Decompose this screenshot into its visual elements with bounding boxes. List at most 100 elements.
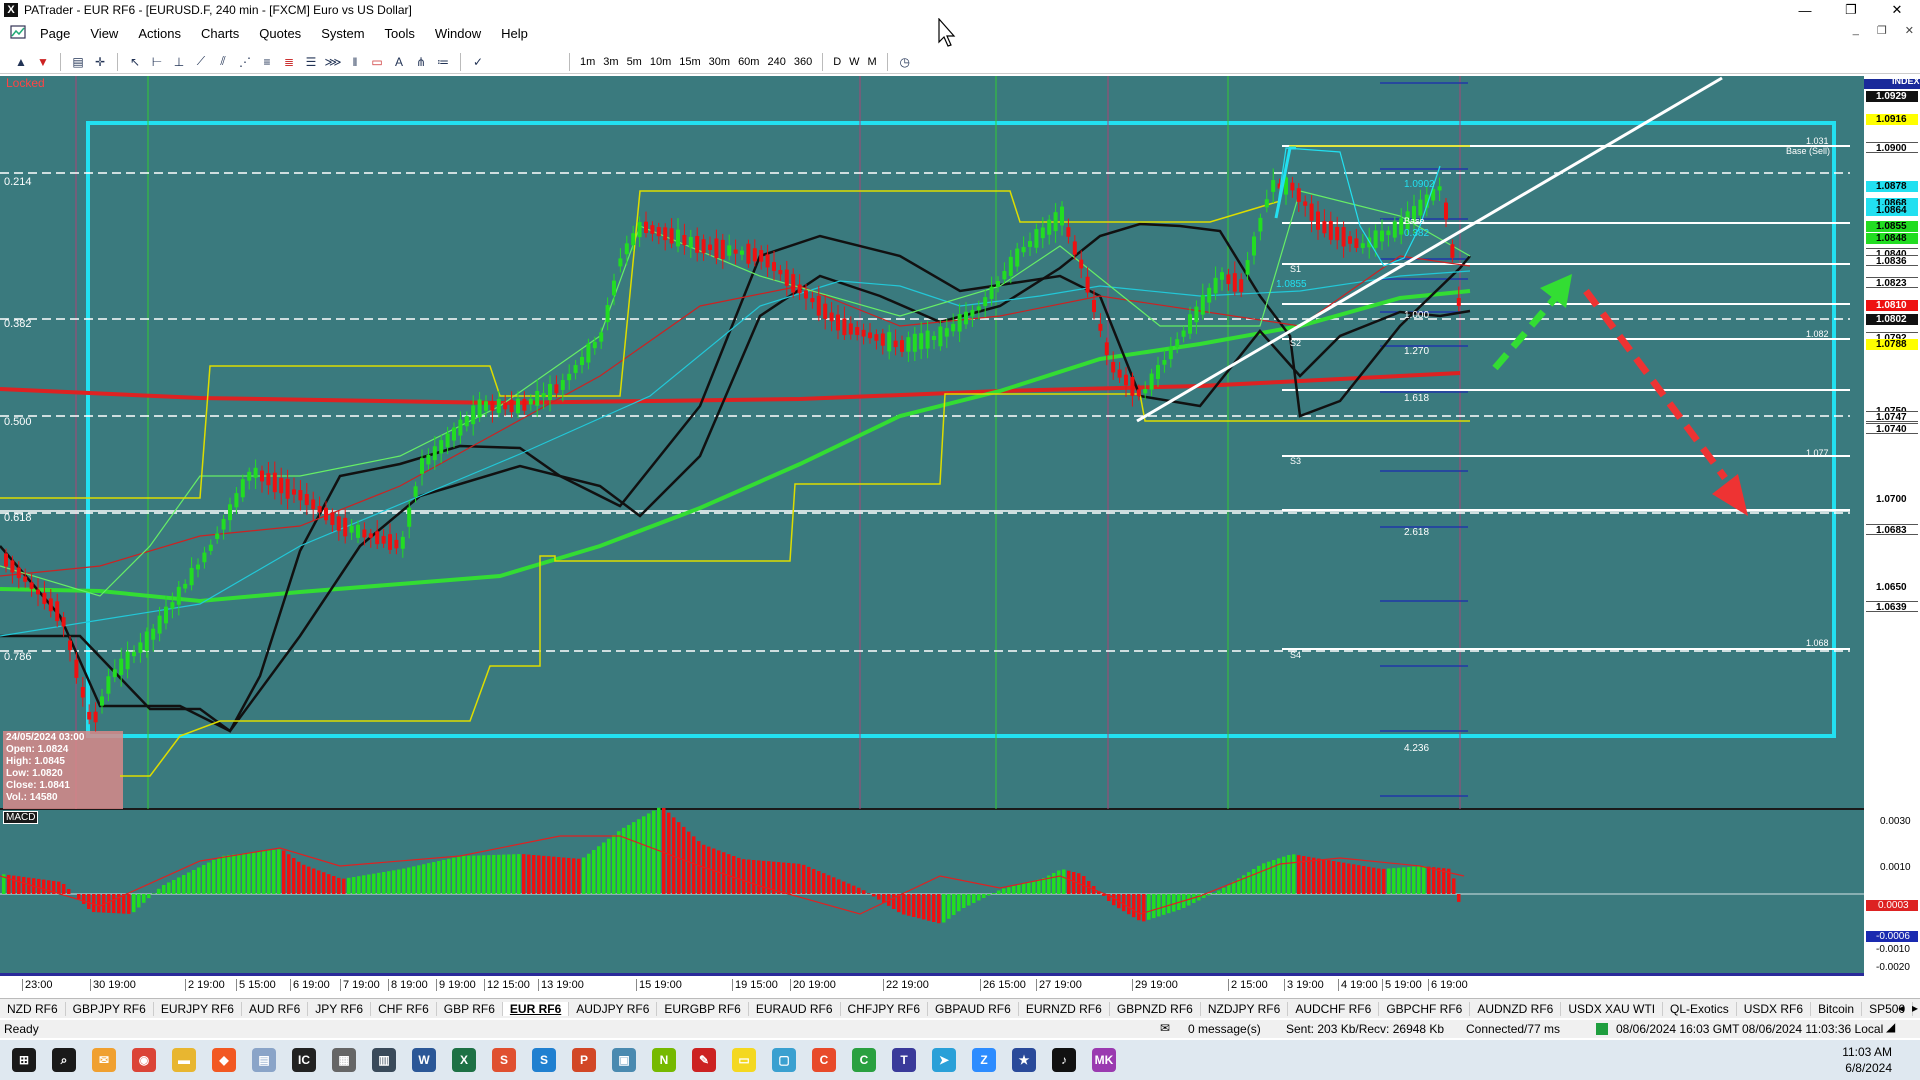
tabs-scroll-right-icon[interactable]: ▸ [1912,1001,1918,1015]
crosshair-icon[interactable]: ✛ [89,53,111,71]
tf-10m[interactable]: 10m [646,56,675,68]
symbol-tab[interactable]: GBPCHF RF6 [1379,1001,1471,1016]
taskbar-favorites-icon[interactable]: ★ [1004,1040,1044,1080]
pointer-icon[interactable]: ↖ [124,53,146,71]
taskbar-zoom-icon[interactable]: Z [964,1040,1004,1080]
menu-tools[interactable]: Tools [375,26,425,41]
taskbar-search-icon[interactable]: ⌕ [44,1040,84,1080]
symbol-tab[interactable]: SP500 [1862,1001,1914,1016]
trendline-icon[interactable]: ⟋ [190,53,212,71]
chart-type-icon[interactable]: ▤ [67,53,89,71]
taskbar-telegram-icon[interactable]: ➤ [924,1040,964,1080]
pitchfork-icon[interactable]: ⋔ [410,53,432,71]
close-button[interactable]: ✕ [1874,0,1920,20]
symbol-tab[interactable]: GBPJPY RF6 [66,1001,154,1016]
taskbar-notes-icon[interactable]: ▤ [244,1040,284,1080]
menu-quotes[interactable]: Quotes [249,26,311,41]
mdi-close-icon[interactable]: ✕ [1905,24,1914,37]
levels-icon[interactable]: ≔ [432,53,454,71]
tf-1m[interactable]: 1m [576,56,599,68]
symbol-tab[interactable]: CHF RF6 [371,1001,437,1016]
menu-page[interactable]: Page [30,26,80,41]
cycle-lines-icon[interactable]: ‖ [344,53,366,71]
mdi-minimize-icon[interactable]: _ [1853,24,1859,37]
symbol-tab[interactable]: NZD RF6 [0,1001,66,1016]
price-chart[interactable] [0,76,1920,996]
fib-expansion-icon[interactable]: ☰ [300,53,322,71]
symbol-tab[interactable]: AUDCHF RF6 [1288,1001,1380,1016]
taskbar-brave-icon[interactable]: ◆ [204,1040,244,1080]
symbol-tab[interactable]: JPY RF6 [308,1001,372,1016]
fib-retrace-icon[interactable]: ≡ [256,53,278,71]
symbol-tab[interactable]: EUR RF6 [502,1001,570,1016]
symbol-tab[interactable]: AUD RF6 [242,1001,309,1016]
menu-actions[interactable]: Actions [128,26,191,41]
taskbar-excel-icon[interactable]: X [444,1040,484,1080]
taskbar-calculator-icon[interactable]: ▦ [324,1040,364,1080]
menu-view[interactable]: View [80,26,128,41]
tf-daily[interactable]: D [829,56,845,68]
tf-5m[interactable]: 5m [623,56,646,68]
mdi-restore-icon[interactable]: ❐ [1877,24,1887,37]
taskbar-tiktok-icon[interactable]: ♪ [1044,1040,1084,1080]
taskbar-powerpoint-icon[interactable]: P [564,1040,604,1080]
fib-extension-icon[interactable]: ≣ [278,53,300,71]
taskbar-folder-icon[interactable]: ▬ [164,1040,204,1080]
tf-30m[interactable]: 30m [705,56,734,68]
taskbar-camtasia-icon[interactable]: C [844,1040,884,1080]
clock-icon[interactable]: ◷ [894,53,916,71]
chart-area[interactable]: Locked INDEX 0.214 0.382 0.500 0.618 0.7… [0,76,1920,996]
symbol-tab[interactable]: EURNZD RF6 [1019,1001,1110,1016]
tf-360[interactable]: 360 [790,56,816,68]
taskbar-chrome-icon[interactable]: ◉ [124,1040,164,1080]
symbol-tab[interactable]: USDX XAU WTI [1561,1001,1664,1016]
tabs-scroll-left-icon[interactable]: ◂ [1898,1001,1904,1015]
taskbar-ic-icon[interactable]: IC [284,1040,324,1080]
symbol-tab[interactable]: EURGBP RF6 [657,1001,749,1016]
sell-order-icon[interactable]: ▼ [32,53,54,71]
symbol-tab[interactable]: USDX RF6 [1737,1001,1812,1016]
taskbar-windows-icon[interactable]: ⊞ [4,1040,44,1080]
menu-system[interactable]: System [311,26,374,41]
taskbar-media-icon[interactable]: ▣ [604,1040,644,1080]
gann-icon[interactable]: ⋙ [322,53,344,71]
menu-charts[interactable]: Charts [191,26,249,41]
symbol-tab[interactable]: GBP RF6 [437,1001,503,1016]
taskbar-scribble-icon[interactable]: ✎ [684,1040,724,1080]
page-icon[interactable] [0,24,30,42]
menu-window[interactable]: Window [425,26,491,41]
minimize-button[interactable]: — [1782,0,1828,20]
taskbar-word-icon[interactable]: W [404,1040,444,1080]
symbol-tab[interactable]: GBPNZD RF6 [1110,1001,1201,1016]
maximize-button[interactable]: ❐ [1828,0,1874,20]
taskbar-sticky-icon[interactable]: ▭ [724,1040,764,1080]
horizontal-line-icon[interactable]: ⊢ [146,53,168,71]
vertical-line-icon[interactable]: ⊥ [168,53,190,71]
symbol-tab[interactable]: CHFJPY RF6 [841,1001,929,1016]
symbol-tab[interactable]: EURAUD RF6 [749,1001,841,1016]
symbol-tab[interactable]: EURJPY RF6 [154,1001,242,1016]
tf-3m[interactable]: 3m [599,56,622,68]
symbol-tab[interactable]: GBPAUD RF6 [928,1001,1019,1016]
taskbar-skype-icon[interactable]: S [524,1040,564,1080]
menu-help[interactable]: Help [491,26,538,41]
fib-fan-icon[interactable]: ⋰ [234,53,256,71]
tf-15m[interactable]: 15m [675,56,704,68]
taskbar-teams-icon[interactable]: T [884,1040,924,1080]
text-tool-icon[interactable]: A [388,53,410,71]
taskbar-display-icon[interactable]: ▢ [764,1040,804,1080]
taskbar-slides-icon[interactable]: S [484,1040,524,1080]
symbol-tab[interactable]: AUDJPY RF6 [569,1001,658,1016]
tf-240[interactable]: 240 [763,56,789,68]
tf-60m[interactable]: 60m [734,56,763,68]
taskbar-clock[interactable]: 11:03 AM 6/8/2024 [1842,1044,1892,1076]
rectangle-icon[interactable]: ▭ [366,53,388,71]
taskbar-mk-icon[interactable]: MK [1084,1040,1124,1080]
taskbar-capcut-icon[interactable]: C [804,1040,844,1080]
symbol-tab[interactable]: NZDJPY RF6 [1201,1001,1289,1016]
taskbar-nvidia-icon[interactable]: N [644,1040,684,1080]
buy-order-icon[interactable]: ▲ [10,53,32,71]
tf-monthly[interactable]: M [864,56,881,68]
symbol-tab[interactable]: Bitcoin [1811,1001,1863,1016]
resize-grip-icon[interactable]: ◢ [1886,1020,1895,1034]
